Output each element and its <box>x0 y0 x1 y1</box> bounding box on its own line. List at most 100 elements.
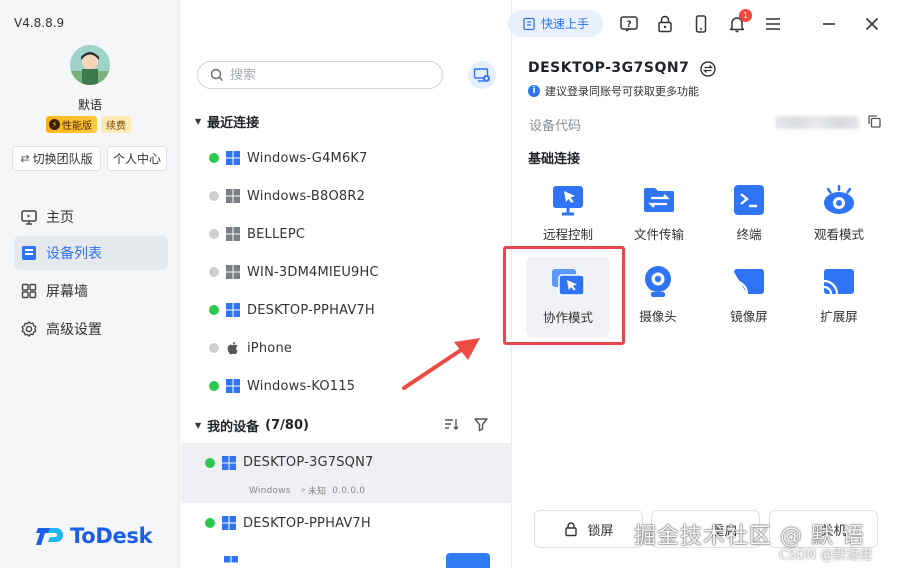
device-name: Windows-G4M6K7 <box>247 150 368 166</box>
file-transfer-button[interactable]: 文件传输 <box>613 182 705 264</box>
windows-icon <box>226 303 240 317</box>
add-device-button[interactable] <box>468 61 496 89</box>
my-devices-section-header[interactable]: ▼ 我的设备 (7/80) <box>195 416 309 435</box>
list-item[interactable]: DESKTOP-PPHAV7H <box>181 291 512 329</box>
logo-text: ToDesk <box>70 524 153 548</box>
device-list-icon <box>22 246 36 260</box>
login-notice-text: 建议登录同账号可获取更多功能 <box>545 85 699 98</box>
offline-status-dot <box>209 229 219 239</box>
notification-button[interactable]: 1 <box>726 9 752 35</box>
online-status-dot <box>209 381 219 391</box>
windows-icon <box>222 516 236 530</box>
windows-icon <box>224 556 238 563</box>
device-os: Windows <box>249 485 291 496</box>
apple-icon <box>227 341 238 355</box>
phone-icon <box>695 15 707 33</box>
minimize-button[interactable] <box>818 13 840 35</box>
device-name: DESKTOP-PPHAV7H <box>247 302 375 318</box>
sidebar-item-label: 高级设置 <box>46 322 102 338</box>
extend-icon <box>823 269 854 295</box>
offline-status-dot <box>209 343 219 353</box>
close-button[interactable] <box>861 13 883 35</box>
feature-label: 镜像屏 <box>730 309 768 324</box>
recent-section-header[interactable]: ▼ 最近连接 <box>195 112 259 131</box>
view-mode-button[interactable]: 观看模式 <box>793 182 885 264</box>
extend-screen-button[interactable]: 扩展屏 <box>793 264 885 346</box>
quick-start-button[interactable]: 快速上手 <box>508 10 603 37</box>
device-code-value-blurred <box>775 116 859 129</box>
online-status-dot <box>205 458 215 468</box>
list-item[interactable]: DESKTOP-PPHAV7H <box>181 504 512 542</box>
filter-icon[interactable] <box>473 416 489 432</box>
book-icon <box>523 17 535 30</box>
avatar[interactable] <box>70 45 110 85</box>
camera-button[interactable]: 摄像头 <box>612 264 704 346</box>
info-icon: i <box>528 85 540 97</box>
recent-section-title: 最近连接 <box>207 116 260 131</box>
list-item[interactable]: BELLEPC <box>181 215 512 253</box>
swap-icon: ⇄ <box>20 152 30 165</box>
sidebar-item-screen-wall[interactable]: 屏幕墙 <box>14 274 168 308</box>
help-button[interactable]: ? <box>618 13 640 35</box>
switch-team-button[interactable]: ⇄ 切换团队版 <box>12 146 101 171</box>
sort-icon[interactable] <box>443 416 459 432</box>
sidebar-item-home[interactable]: 主页 <box>14 200 168 234</box>
lock-button[interactable] <box>654 13 676 35</box>
lock-screen-button[interactable]: 锁屏 <box>534 510 643 548</box>
sidebar-item-device-list[interactable]: 设备列表 <box>14 236 168 270</box>
performance-badge: ⚡ 性能版 <box>46 116 97 133</box>
mirror-icon <box>733 269 764 295</box>
phone-button[interactable] <box>690 13 712 35</box>
copy-icon <box>867 114 881 128</box>
list-item[interactable]: Windows-G4M6K7 <box>181 139 512 177</box>
sidebar-item-label: 主页 <box>46 210 74 226</box>
device-name: DESKTOP-3G7SQN7 <box>243 455 374 470</box>
feature-label: 终端 <box>736 227 762 242</box>
menu-button[interactable] <box>762 13 784 35</box>
csdn-watermark: CSDN @默语佬 <box>779 548 873 563</box>
device-list-panel: ▼ 最近连接 Windows-G4M6K7 Windows-B8O8R2 BEL… <box>181 0 512 568</box>
list-item[interactable]: Windows-B8O8R2 <box>181 177 512 215</box>
device-name: BELLEPC <box>247 226 306 242</box>
file-transfer-icon <box>644 188 674 212</box>
help-icon: ? <box>620 16 638 32</box>
mirror-screen-button[interactable]: 镜像屏 <box>703 264 795 346</box>
terminal-button[interactable]: 终端 <box>703 182 795 264</box>
collapse-triangle-icon: ▼ <box>195 421 202 430</box>
device-name: Windows-KO115 <box>247 378 356 394</box>
search-input[interactable] <box>230 67 420 83</box>
list-item-selected[interactable]: DESKTOP-3G7SQN7 Windows ⌖ 未知 0.0.0.0 <box>181 443 512 503</box>
hamburger-icon <box>766 18 780 30</box>
renew-badge[interactable]: 续费 <box>101 116 131 133</box>
sidebar-item-label: 设备列表 <box>46 246 102 262</box>
online-status-dot <box>209 305 219 315</box>
close-icon <box>865 17 879 31</box>
feature-label: 观看模式 <box>813 227 864 242</box>
my-devices-title: 我的设备 <box>207 420 260 435</box>
device-name: WIN-3DM4MIEU9HC <box>247 264 379 280</box>
sidebar-item-label: 屏幕墙 <box>46 284 88 300</box>
device-name: iPhone <box>247 340 293 356</box>
scroll-to-top-button[interactable] <box>446 553 490 568</box>
personal-center-button[interactable]: 个人中心 <box>107 146 167 171</box>
device-ip: 0.0.0.0 <box>332 485 366 496</box>
online-status-dot <box>205 518 215 528</box>
list-item[interactable]: WIN-3DM4MIEU9HC <box>181 253 512 291</box>
basic-connection-title: 基础连接 <box>528 152 581 167</box>
search-box[interactable] <box>197 61 443 89</box>
offline-status-dot <box>209 267 219 277</box>
feature-label: 文件传输 <box>633 227 684 242</box>
device-name: Windows-B8O8R2 <box>247 188 366 204</box>
login-notice: i 建议登录同账号可获取更多功能 <box>528 83 699 99</box>
version-label: V4.8.8.9 <box>14 16 65 30</box>
remote-control-icon <box>553 186 583 216</box>
minimize-icon <box>823 23 835 25</box>
copy-button[interactable] <box>865 112 883 130</box>
add-device-icon <box>473 68 490 82</box>
performance-badge-label: 性能版 <box>62 121 92 132</box>
windows-icon <box>226 151 240 165</box>
switch-device-button[interactable] <box>697 58 719 80</box>
offline-status-dot <box>209 191 219 201</box>
sidebar-item-advanced-settings[interactable]: 高级设置 <box>14 312 168 346</box>
online-status-dot <box>209 153 219 163</box>
